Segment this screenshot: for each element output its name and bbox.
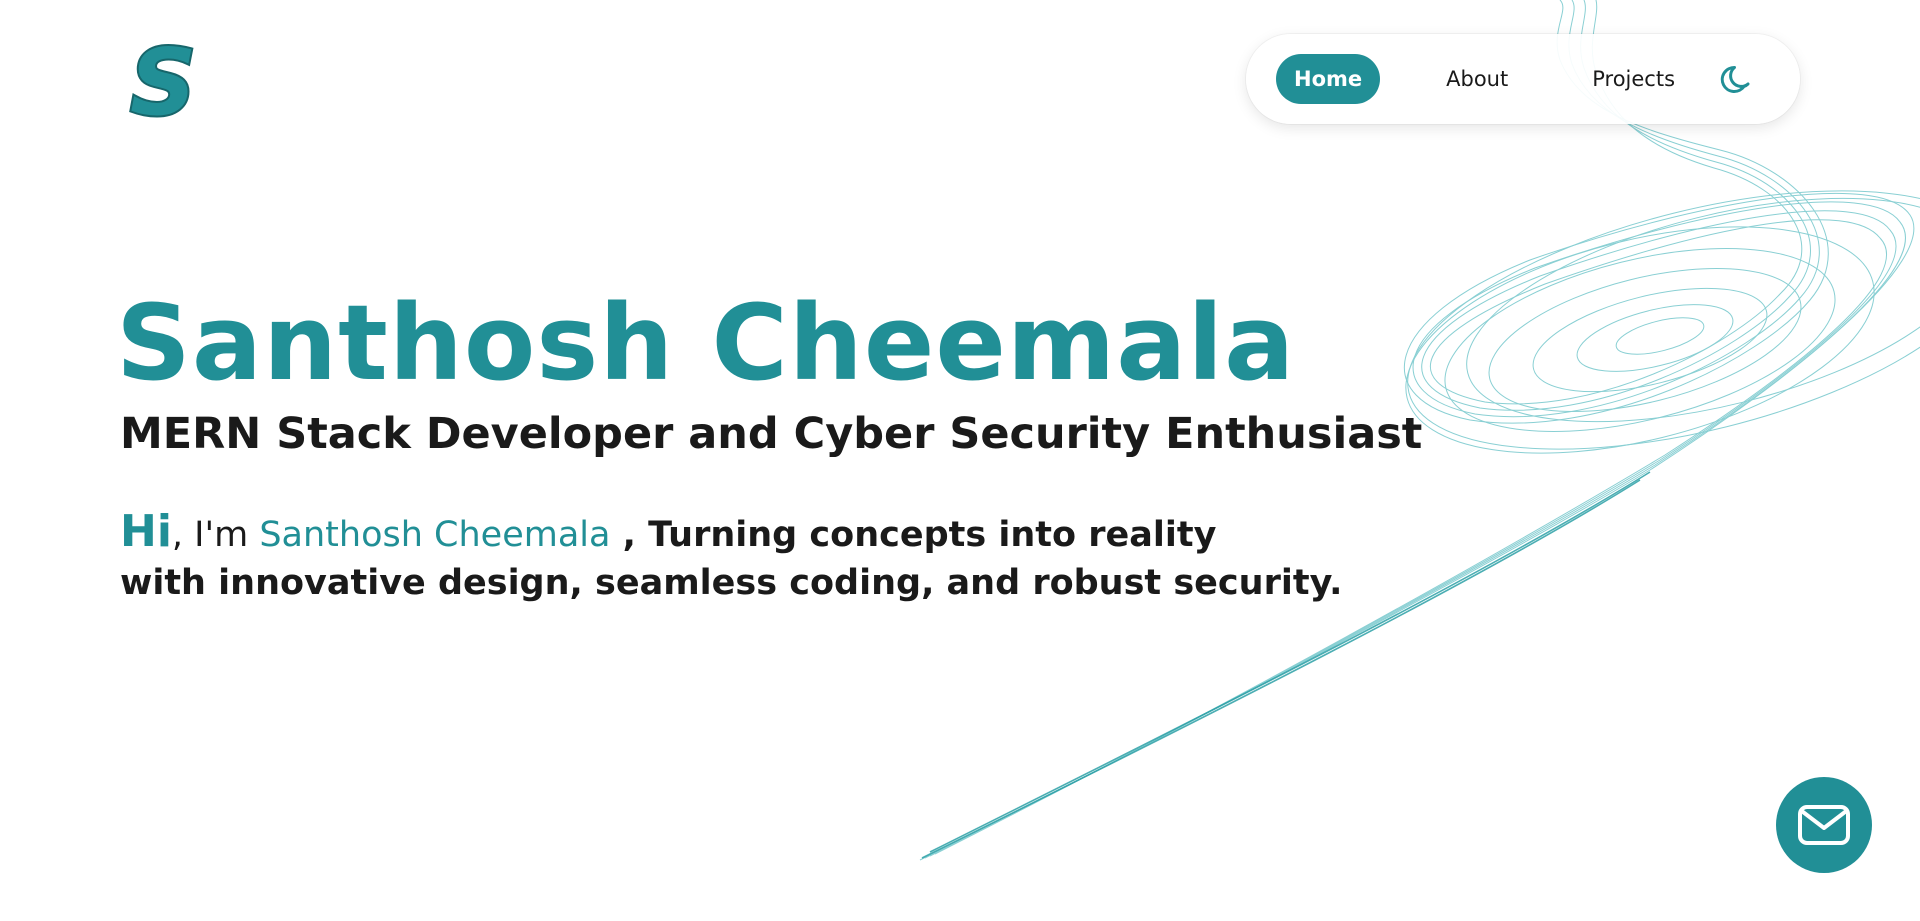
page: S Home About Projects Santhosh Cheemala … <box>0 0 1920 921</box>
intro-prefix: , I'm <box>171 515 260 555</box>
hero-intro: Hi, I'm Santhosh Cheemala , Turning conc… <box>120 508 1420 607</box>
theme-toggle-button[interactable] <box>1720 62 1754 96</box>
nav-projects-link[interactable]: Projects <box>1592 67 1675 91</box>
hero-name: Santhosh Cheemala <box>116 282 1296 404</box>
contact-mail-button[interactable] <box>1776 777 1872 873</box>
nav-home-link[interactable]: Home <box>1276 54 1381 104</box>
hero-role: MERN Stack Developer and Cyber Security … <box>120 409 1423 459</box>
mail-icon <box>1798 805 1850 845</box>
main-nav: Home About Projects <box>1246 34 1800 124</box>
moon-icon <box>1720 65 1750 93</box>
intro-name: Santhosh Cheemala <box>259 515 611 555</box>
nav-about-link[interactable]: About <box>1446 67 1508 91</box>
intro-greeting: Hi <box>120 506 172 557</box>
s-logo-icon[interactable]: S <box>126 36 196 126</box>
intro-line2: with innovative design, seamless coding,… <box>120 563 1343 603</box>
svg-text:S: S <box>130 36 196 126</box>
intro-line1-rest: , Turning concepts into reality <box>610 515 1217 555</box>
